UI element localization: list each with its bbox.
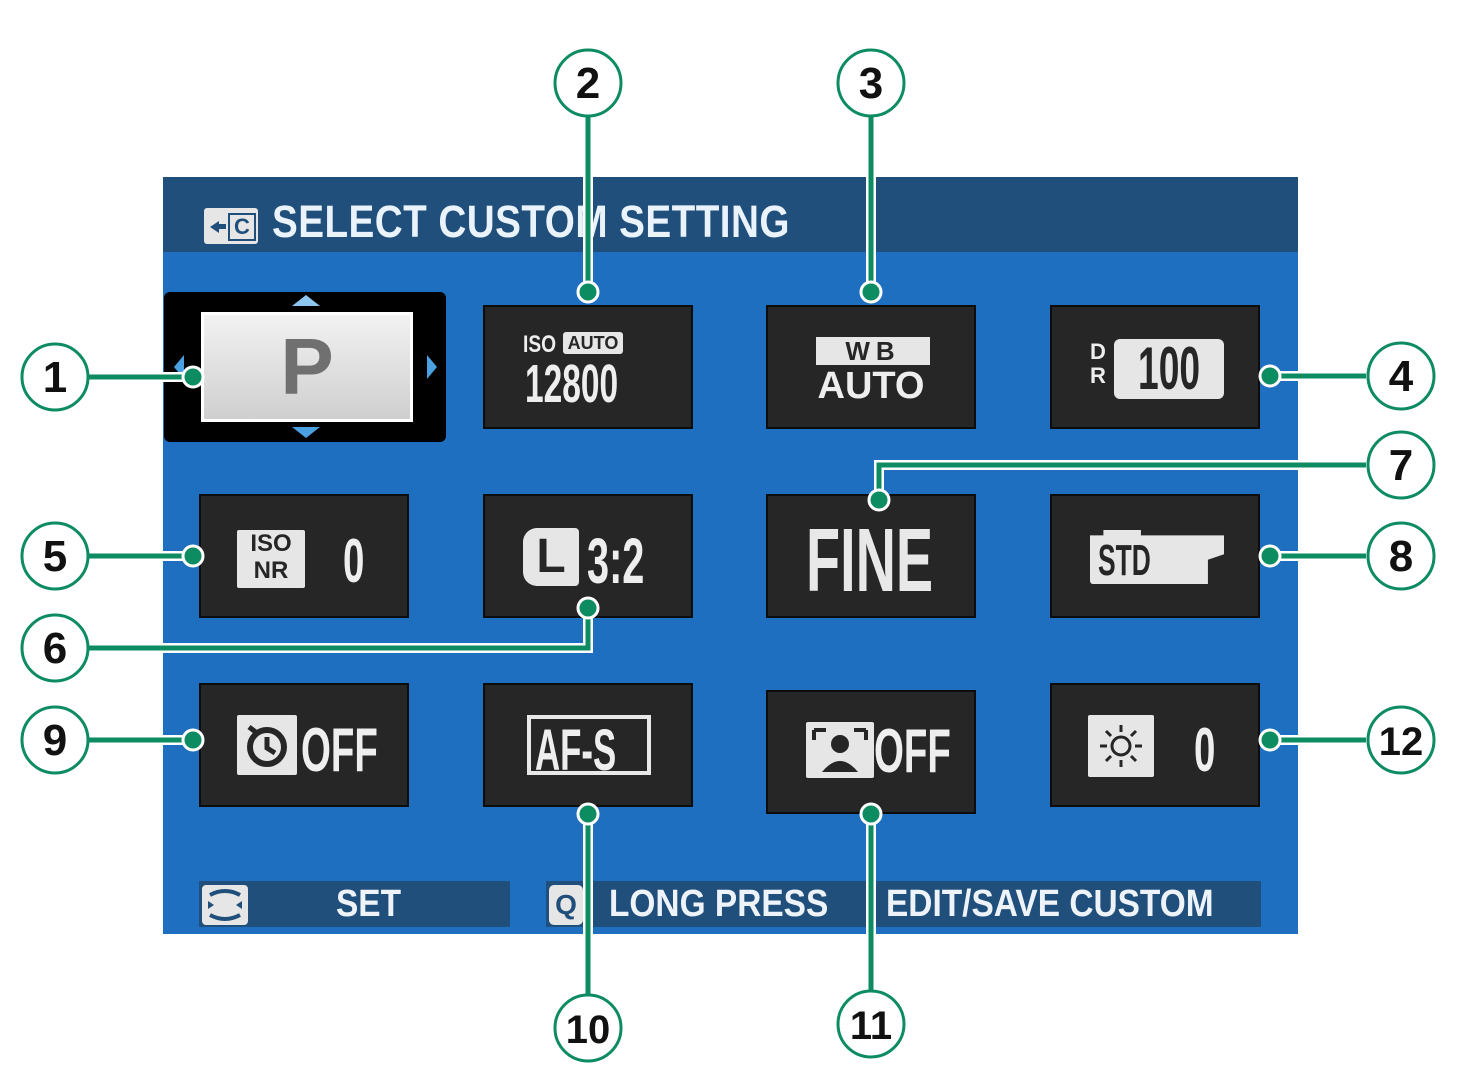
callout-number-7: 7 [1389, 441, 1413, 490]
callout-number-10: 10 [566, 1008, 611, 1052]
callout-number-8: 8 [1389, 532, 1413, 581]
callout-number-1: 1 [43, 353, 67, 402]
callout-number-4: 4 [1389, 352, 1414, 401]
callout-number-11: 11 [850, 1004, 892, 1048]
callout-number-2: 2 [576, 59, 600, 108]
callout-number-6: 6 [43, 624, 67, 673]
callout-layer: 1 2 3 4 5 6 7 8 9 10 11 12 [20, 48, 1436, 1063]
callout-number-5: 5 [43, 532, 67, 581]
callout-number-12: 12 [1379, 720, 1424, 764]
callout-number-9: 9 [43, 716, 67, 765]
callout-number-3: 3 [859, 59, 883, 108]
